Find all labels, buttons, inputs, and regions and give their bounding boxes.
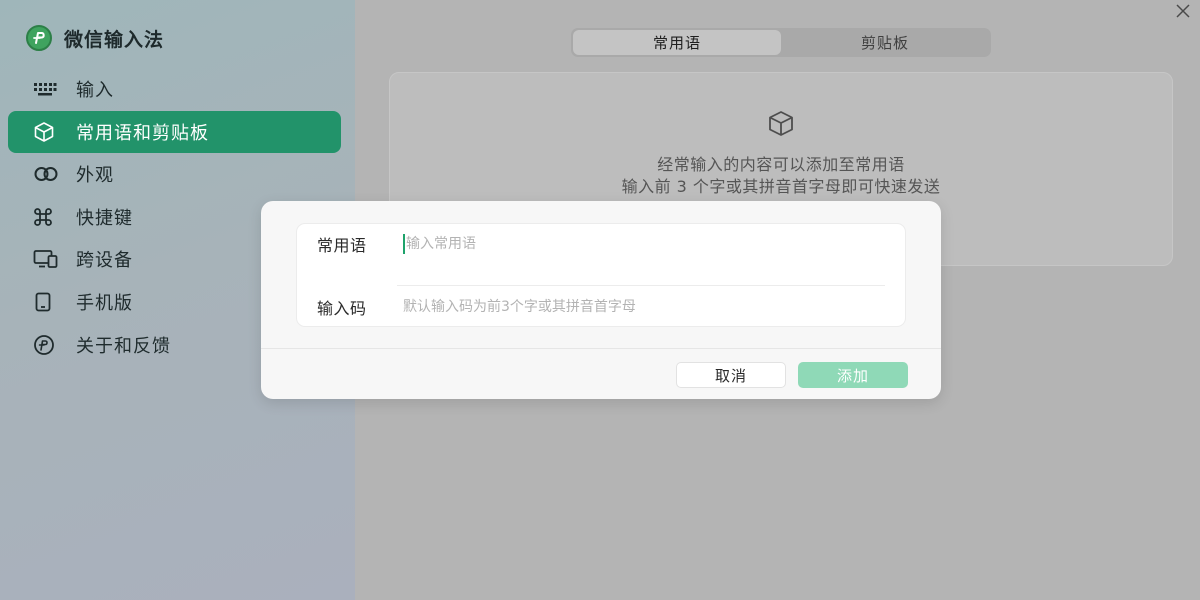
sidebar-item-label: 跨设备 xyxy=(76,250,133,272)
sidebar-item-label: 关于和反馈 xyxy=(76,335,171,357)
app-header: 微信输入法 xyxy=(26,24,164,52)
tab-switcher: 常用语 剪贴板 xyxy=(571,28,991,57)
phrase-row: 常用语 xyxy=(297,224,905,264)
sidebar-item-phrases-clipboard[interactable]: 常用语和剪贴板 xyxy=(8,110,341,153)
phone-icon xyxy=(33,291,59,313)
app-title: 微信输入法 xyxy=(64,28,165,51)
code-label: 输入码 xyxy=(317,299,367,318)
sidebar-item-input[interactable]: 输入 xyxy=(8,68,341,110)
sidebar-item-label: 外观 xyxy=(76,165,114,187)
form-divider xyxy=(397,285,885,286)
close-icon[interactable] xyxy=(1174,2,1192,20)
sidebar-item-label: 输入 xyxy=(76,80,114,101)
phrase-input[interactable] xyxy=(403,231,885,257)
wechat-input-logo-icon xyxy=(26,25,52,51)
logo-outline-icon xyxy=(33,334,59,356)
sidebar-item-label: 常用语和剪贴板 xyxy=(76,122,209,144)
empty-hint-line-2: 输入前 3 个字或其拼音首字母即可快速发送 xyxy=(621,177,941,196)
app-window: 微信输入法 输入 常用语和剪贴板 外观 快捷键 跨设备 手机版 关于和反馈 常用… xyxy=(0,0,1200,600)
phrase-input-wrap xyxy=(403,224,905,264)
box-icon xyxy=(33,121,59,143)
dialog-separator xyxy=(261,348,941,349)
code-row: 输入码 xyxy=(297,287,905,327)
add-phrase-dialog: 常用语 输入码 取消 添加 xyxy=(261,201,941,399)
box-icon xyxy=(764,109,798,139)
sidebar-item-appearance[interactable]: 外观 xyxy=(8,153,341,195)
phrase-label: 常用语 xyxy=(317,236,367,255)
devices-icon xyxy=(33,248,59,270)
circles-icon xyxy=(33,163,59,185)
add-button[interactable]: 添加 xyxy=(798,362,908,388)
tab-phrases[interactable]: 常用语 xyxy=(573,30,781,55)
cancel-button[interactable]: 取消 xyxy=(676,362,786,388)
sidebar-item-label: 手机版 xyxy=(76,292,133,314)
command-icon xyxy=(33,206,59,228)
keyboard-icon xyxy=(33,78,59,100)
input-code-field[interactable] xyxy=(403,294,885,320)
tab-clipboard[interactable]: 剪贴板 xyxy=(781,30,989,55)
text-caret xyxy=(403,234,405,254)
add-phrase-form: 常用语 输入码 xyxy=(296,223,906,327)
empty-hint-line-1: 经常输入的内容可以添加至常用语 xyxy=(657,155,905,174)
sidebar-item-label: 快捷键 xyxy=(76,207,133,229)
